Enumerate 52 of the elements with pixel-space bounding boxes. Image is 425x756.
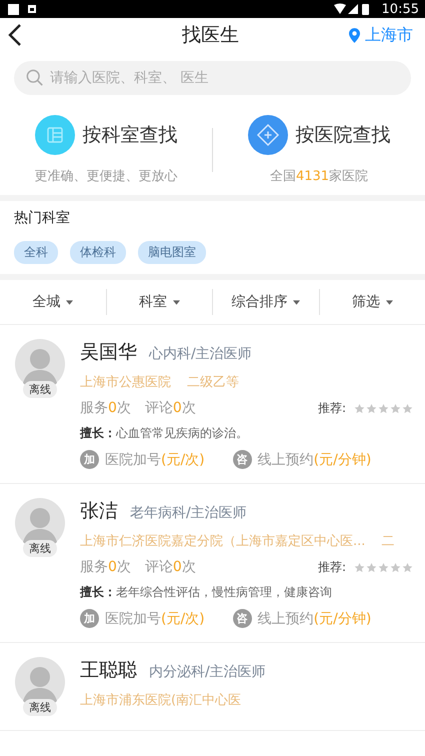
stat-text: 服务0次 <box>80 399 131 417</box>
status-badge: 离线 <box>23 381 57 398</box>
doctor-name[interactable]: 王聪聪 <box>80 657 137 683</box>
specialty-text: 擅长：老年综合性评估，慢性病管理，健康咨询 <box>80 584 333 601</box>
app-notification-icon <box>27 4 37 14</box>
filter-dropdown[interactable]: 筛选 <box>320 293 425 311</box>
department-tag[interactable]: 脑电图室 <box>138 241 206 264</box>
filter-dropdown[interactable]: 科室 <box>106 293 212 311</box>
hospital-name: 上海市浦东医院(南汇中心医 <box>80 692 242 709</box>
caret-icon <box>386 300 393 304</box>
entry-title[interactable]: 按科室查找 <box>82 122 178 148</box>
rating-label: 推荐: <box>318 558 346 576</box>
entry-subtitle: 更准确、更便捷、更放心 <box>34 168 178 185</box>
hospital-level: 二级乙等 <box>187 374 239 391</box>
filter-dropdown[interactable]: 综合排序 <box>213 293 318 311</box>
stat-text: 评论0次 <box>144 399 196 417</box>
status-badge: 离线 <box>23 699 57 716</box>
caret-icon <box>172 300 180 304</box>
section-title: 热门科室 <box>14 209 71 227</box>
doctor-title: 内分泌科/主治医师 <box>149 663 266 681</box>
department-tag[interactable]: 体检科 <box>70 241 126 264</box>
status-badge: 离线 <box>23 540 57 557</box>
service-icon: 加 <box>80 609 99 628</box>
caret-icon <box>293 300 300 304</box>
page-title: 找医生 <box>182 23 239 48</box>
service-icon: 咨 <box>232 450 252 469</box>
search-field[interactable]: 请输入医院、科室、 医生 <box>14 61 411 95</box>
service-icon: 加 <box>80 450 99 469</box>
doctor-title: 心内科/主治医师 <box>149 345 252 363</box>
stat-text: 评论0次 <box>144 558 196 576</box>
hospital-icon[interactable] <box>248 115 288 155</box>
search-icon <box>26 69 44 87</box>
stat-text: 服务0次 <box>80 558 131 576</box>
notification-icon <box>8 4 19 14</box>
department-icon[interactable] <box>34 115 74 155</box>
caret-icon <box>66 300 74 304</box>
back-icon[interactable] <box>8 23 22 47</box>
doctor-name[interactable]: 吴国华 <box>80 339 137 365</box>
location-pin-icon[interactable] <box>349 28 360 42</box>
hospital-name: 上海市仁济医院嘉定分院（上海市嘉定区中心医... <box>80 533 366 550</box>
status-time: 10:55 <box>382 2 419 16</box>
department-tag[interactable]: 全科 <box>14 241 58 264</box>
hospital-level: 二 <box>381 533 394 550</box>
entry-subtitle: 全国4131家医院 <box>270 168 368 185</box>
hospital-name: 上海市公惠医院 <box>80 374 171 391</box>
specialty-text: 擅长：心血管常见疾病的诊治。 <box>80 425 249 442</box>
rating-label: 推荐: <box>318 400 346 416</box>
filter-dropdown[interactable]: 全城 <box>0 293 106 311</box>
doctor-title: 老年病科/主治医师 <box>130 504 247 522</box>
service-icon: 咨 <box>232 609 252 628</box>
doctor-name[interactable]: 张洁 <box>80 498 118 524</box>
entry-title[interactable]: 按医院查找 <box>296 122 390 148</box>
